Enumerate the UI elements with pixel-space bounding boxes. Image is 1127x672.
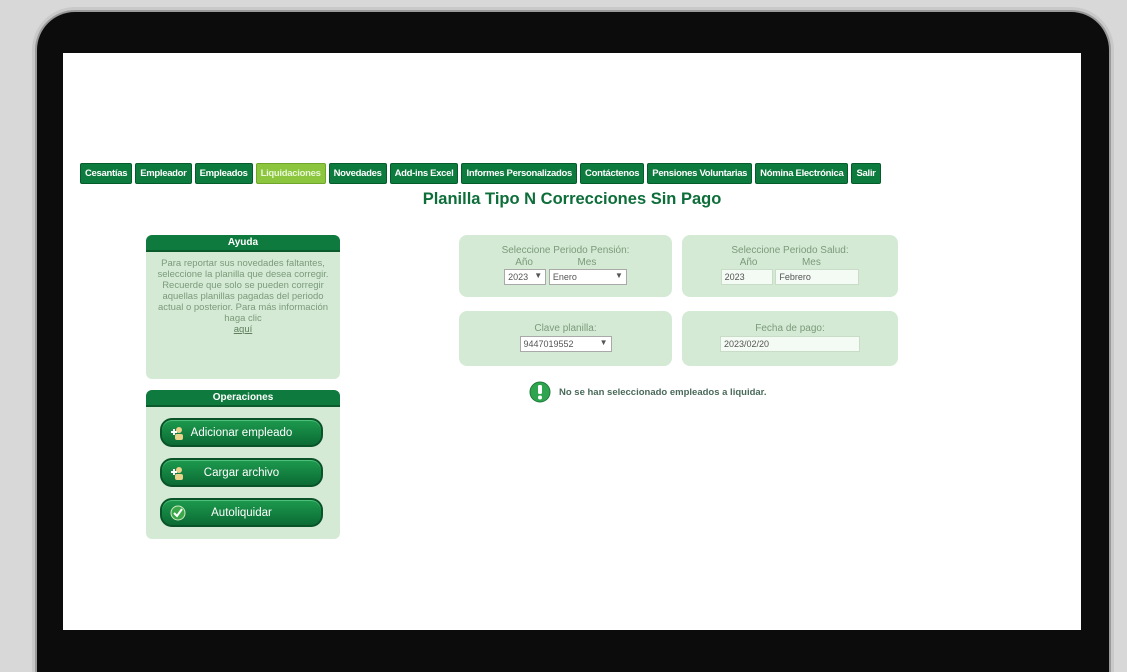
clave-planilla-label: Clave planilla: — [534, 323, 597, 334]
pension-month-label: Mes — [577, 257, 597, 268]
clave-planilla-box: Clave planilla: 9447019552 ▼ — [459, 311, 672, 366]
info-icon — [529, 381, 551, 403]
fecha-pago-box: Fecha de pago: 2023/02/20 — [682, 311, 898, 366]
nav-salir[interactable]: Salir — [851, 163, 881, 184]
chevron-down-icon: ▼ — [599, 338, 608, 347]
operations-panel: Operaciones Adicionar empleado Cargar ar… — [146, 390, 340, 539]
nav-cesantias[interactable]: Cesantías — [80, 163, 133, 184]
nav-novedades[interactable]: Novedades — [328, 163, 387, 184]
add-user-icon — [171, 427, 183, 440]
help-text: Para reportar sus novedades faltantes, s… — [157, 258, 329, 324]
pension-year-label: Año — [515, 257, 533, 268]
help-panel-header: Ayuda — [146, 235, 340, 252]
chevron-down-icon: ▼ — [534, 271, 543, 280]
salud-year-label: Año — [739, 257, 758, 268]
nav-informes-personalizados[interactable]: Informes Personalizados — [461, 163, 578, 184]
nav-empleador[interactable]: Empleador — [135, 163, 192, 184]
upload-file-label: Cargar archivo — [203, 466, 280, 479]
fecha-pago-field: 2023/02/20 — [720, 336, 860, 352]
add-employee-button[interactable]: Adicionar empleado — [160, 418, 323, 447]
check-icon — [170, 505, 186, 521]
help-panel: Ayuda Para reportar sus novedades faltan… — [146, 235, 340, 379]
nav-pensiones-voluntarias[interactable]: Pensiones Voluntarias — [647, 163, 753, 184]
autoliquidar-label: Autoliquidar — [211, 506, 272, 519]
nav-empleados[interactable]: Empleados — [194, 163, 253, 184]
nav-liquidaciones[interactable]: Liquidaciones — [255, 163, 326, 184]
pension-month-select[interactable]: Enero ▼ — [548, 269, 627, 285]
nav-nomina-electronica[interactable]: Nómina Electrónica — [755, 163, 849, 184]
salud-period-label: Seleccione Periodo Salud: — [731, 245, 849, 256]
salud-month-label: Mes — [801, 257, 821, 268]
autoliquidar-button[interactable]: Autoliquidar — [160, 498, 323, 527]
status-message: No se han seleccionado empleados a liqui… — [529, 381, 766, 403]
status-message-text: No se han seleccionado empleados a liqui… — [559, 386, 767, 398]
salud-year-field: 2023 — [720, 269, 773, 285]
chevron-down-icon: ▼ — [614, 271, 623, 280]
nav-contactenos[interactable]: Contáctenos — [580, 163, 645, 184]
pension-year-select[interactable]: 2023 ▼ — [504, 269, 547, 285]
page-title: Planilla Tipo N Correcciones Sin Pago — [422, 190, 722, 208]
salud-month-field: Febrero — [775, 269, 860, 285]
help-link[interactable]: aquí — [156, 324, 330, 335]
upload-file-button[interactable]: Cargar archivo — [160, 458, 323, 487]
clave-planilla-select[interactable]: 9447019552 ▼ — [519, 336, 612, 352]
fecha-pago-label: Fecha de pago: — [755, 323, 825, 334]
nav-add-ins-excel[interactable]: Add-ins Excel — [389, 163, 459, 184]
main-nav: Cesantías Empleador Empleados Liquidacio… — [80, 163, 881, 184]
pension-period-label: Seleccione Periodo Pensión: — [501, 245, 630, 256]
add-employee-label: Adicionar empleado — [190, 426, 293, 439]
upload-user-icon — [171, 467, 183, 480]
screen: Cesantías Empleador Empleados Liquidacio… — [63, 53, 1081, 630]
pension-period-box: Seleccione Periodo Pensión: Año Mes 2023… — [459, 235, 672, 297]
salud-period-box: Seleccione Periodo Salud: Año Mes 2023 F… — [682, 235, 898, 297]
operations-panel-header: Operaciones — [146, 390, 340, 407]
